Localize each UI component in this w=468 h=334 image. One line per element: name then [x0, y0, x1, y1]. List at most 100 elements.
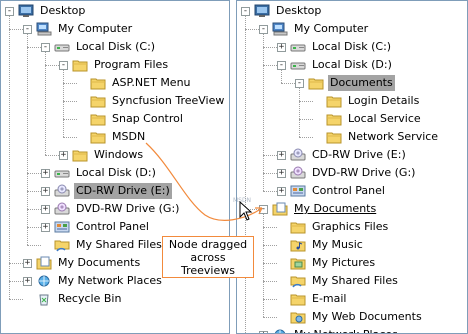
left-node-label[interactable]: Windows: [92, 147, 145, 163]
expand-icon[interactable]: +: [41, 204, 50, 214]
right-node-label[interactable]: Documents: [328, 75, 395, 91]
left-tree-node[interactable]: + Windows: [59, 146, 145, 164]
right-tree-node[interactable]: + My Network Places: [259, 326, 400, 333]
left-tree-node[interactable]: - My Computer: [23, 20, 134, 38]
right-node-label[interactable]: Control Panel: [310, 183, 387, 199]
left-tree-node[interactable]: - Program Files: [59, 56, 170, 74]
right-tree-node[interactable]: + DVD-RW Drive (G:): [277, 164, 417, 182]
left-tree-node[interactable]: + My Documents: [23, 254, 142, 272]
right-tree-node[interactable]: My Shared Files: [277, 272, 400, 290]
collapse-icon[interactable]: -: [277, 60, 286, 70]
right-node-label[interactable]: Login Details: [346, 93, 421, 109]
collapse-icon[interactable]: -: [259, 24, 268, 34]
left-node-label[interactable]: Control Panel: [74, 219, 151, 235]
left-tree-node[interactable]: - Desktop: [5, 2, 87, 20]
left-tree-node[interactable]: + My Network Places: [23, 272, 164, 290]
left-node-label[interactable]: My Network Places: [56, 273, 164, 289]
left-tree-node[interactable]: ASP.NET Menu: [77, 74, 193, 92]
right-node-label[interactable]: My Pictures: [310, 255, 377, 271]
left-tree-node[interactable]: + DVD-RW Drive (G:): [41, 200, 181, 218]
collapse-icon[interactable]: -: [59, 60, 68, 70]
left-tree-node[interactable]: + CD-RW Drive (E:): [41, 182, 172, 200]
left-tree-node[interactable]: Syncfusion TreeView: [77, 92, 226, 110]
left-node-label[interactable]: MSDN: [110, 129, 147, 145]
right-tree-node[interactable]: My Music: [277, 236, 365, 254]
left-tree-node[interactable]: - Local Disk (C:): [41, 38, 157, 56]
left-tree-node[interactable]: MSDN: [77, 128, 147, 146]
expand-icon[interactable]: +: [259, 330, 268, 333]
right-node-label[interactable]: My Computer: [292, 21, 370, 37]
right-node-label[interactable]: Local Disk (D:): [310, 57, 394, 73]
left-node-label[interactable]: Recycle Bin: [56, 291, 123, 307]
left-node-label[interactable]: ASP.NET Menu: [110, 75, 193, 91]
right-treeview[interactable]: - Desktop - My Computer + Local Disk (C:) - Loc…: [236, 0, 468, 334]
left-node-label[interactable]: My Documents: [56, 255, 142, 271]
right-tree-node[interactable]: - Desktop: [241, 2, 323, 20]
right-tree-node[interactable]: - Local Disk (D:): [277, 56, 394, 74]
right-tree-node[interactable]: + Control Panel: [277, 182, 387, 200]
expand-icon[interactable]: +: [277, 186, 286, 196]
right-node-label[interactable]: Local Disk (C:): [310, 39, 393, 55]
right-node-label[interactable]: My Network Places: [292, 327, 400, 333]
left-node-label[interactable]: DVD-RW Drive (G:): [74, 201, 181, 217]
expand-icon[interactable]: +: [41, 186, 50, 196]
expand-icon[interactable]: +: [41, 168, 50, 178]
expand-icon[interactable]: +: [277, 168, 286, 178]
right-connector-h: [263, 227, 277, 228]
left-treeview[interactable]: - Desktop - My Computer - Local Disk (C:) - Pro…: [0, 0, 230, 334]
left-tree-node[interactable]: + Control Panel: [41, 218, 151, 236]
right-node-label[interactable]: My Web Documents: [310, 309, 424, 325]
right-node-label[interactable]: My Shared Files: [310, 273, 400, 289]
right-tree-node[interactable]: My Pictures: [277, 254, 377, 272]
left-tree-node[interactable]: + Local Disk (D:): [41, 164, 158, 182]
right-node-label[interactable]: My Music: [310, 237, 365, 253]
desktop-icon: [254, 4, 270, 18]
right-node-label[interactable]: Local Service: [346, 111, 423, 127]
collapse-icon[interactable]: -: [295, 78, 304, 88]
right-tree-node[interactable]: E-mail: [277, 290, 349, 308]
left-tree-node[interactable]: Snap Control: [77, 110, 185, 128]
right-tree-node[interactable]: Graphics Files: [277, 218, 390, 236]
left-node-label[interactable]: Syncfusion TreeView: [110, 93, 226, 109]
right-tree-node[interactable]: - My Documents: [259, 200, 378, 218]
expand-icon[interactable]: +: [277, 42, 286, 52]
left-node-label[interactable]: Local Disk (D:): [74, 165, 158, 181]
expand-icon[interactable]: +: [41, 222, 50, 232]
left-node-label[interactable]: Desktop: [38, 3, 87, 19]
right-node-label[interactable]: E-mail: [310, 291, 349, 307]
expand-icon[interactable]: +: [23, 258, 32, 268]
right-node-label[interactable]: My Documents: [292, 201, 378, 217]
right-tree-node[interactable]: + CD-RW Drive (E:): [277, 146, 408, 164]
right-node-label[interactable]: Network Service: [346, 129, 440, 145]
left-node-label[interactable]: Local Disk (C:): [74, 39, 157, 55]
right-node-label[interactable]: DVD-RW Drive (G:): [310, 165, 417, 181]
collapse-icon[interactable]: -: [23, 24, 32, 34]
left-node-label[interactable]: Program Files: [92, 57, 170, 73]
right-tree-node[interactable]: - My Computer: [259, 20, 370, 38]
right-tree-node[interactable]: Login Details: [313, 92, 421, 110]
drive-icon: [54, 166, 70, 180]
right-node-label[interactable]: CD-RW Drive (E:): [310, 147, 408, 163]
collapse-icon[interactable]: -: [41, 42, 50, 52]
right-tree-node[interactable]: My Web Documents: [277, 308, 424, 326]
right-node-label[interactable]: Graphics Files: [310, 219, 390, 235]
left-node-label[interactable]: My Shared Files: [74, 237, 164, 253]
expand-icon[interactable]: +: [59, 150, 68, 160]
right-tree-node[interactable]: - Documents: [295, 74, 395, 92]
expand-icon[interactable]: +: [23, 276, 32, 286]
expand-icon[interactable]: +: [277, 150, 286, 160]
right-tree-node[interactable]: + Local Disk (C:): [277, 38, 393, 56]
left-node-label[interactable]: Snap Control: [110, 111, 185, 127]
right-connector-h: [263, 47, 277, 48]
right-tree-node[interactable]: Network Service: [313, 128, 440, 146]
right-node-label[interactable]: Desktop: [274, 3, 323, 19]
collapse-icon[interactable]: -: [241, 6, 250, 16]
left-node-label[interactable]: My Computer: [56, 21, 134, 37]
left-tree-node[interactable]: Recycle Bin: [23, 290, 123, 308]
left-node-label[interactable]: CD-RW Drive (E:): [74, 183, 172, 199]
collapse-icon[interactable]: -: [5, 6, 14, 16]
collapse-icon[interactable]: -: [259, 204, 268, 214]
left-tree-node[interactable]: My Shared Files: [41, 236, 164, 254]
right-tree-node[interactable]: Local Service: [313, 110, 423, 128]
right-connector-h: [263, 281, 277, 282]
